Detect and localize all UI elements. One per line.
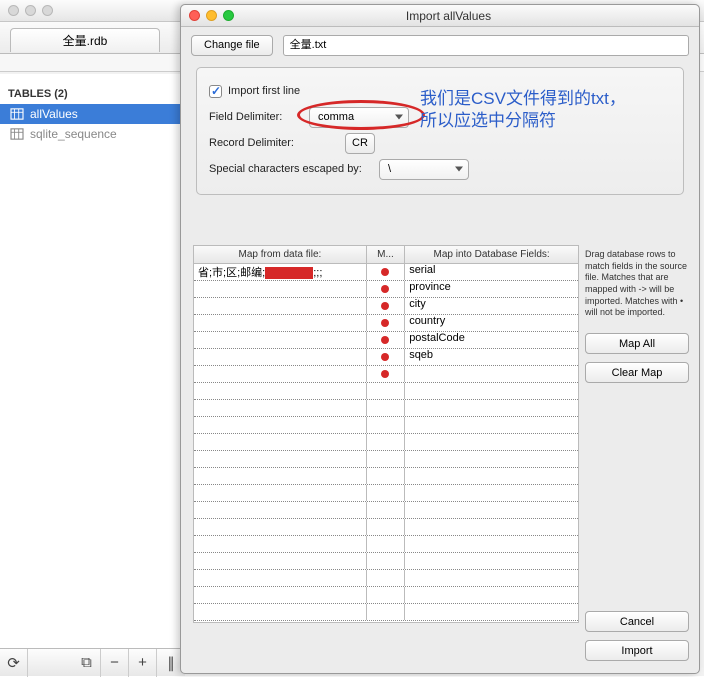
map-row-empty: [194, 434, 578, 451]
db-field-cell: city: [405, 298, 578, 314]
bg-footer: ⟳ ⧉ − + ∥: [0, 648, 185, 676]
field-delimiter-select[interactable]: comma: [309, 107, 409, 128]
map-row-empty: [194, 570, 578, 587]
import-first-line-label: Import first line: [228, 85, 300, 97]
dot-icon: [381, 285, 389, 293]
map-header-mid: M...: [367, 246, 405, 263]
close-icon[interactable]: [189, 10, 200, 21]
help-text: Drag database rows to match fields in th…: [585, 245, 689, 325]
map-row-empty: [194, 468, 578, 485]
zoom-icon[interactable]: [223, 10, 234, 21]
redacted-icon: [265, 267, 313, 279]
dot-icon: [381, 353, 389, 361]
zoom-icon[interactable]: [42, 5, 53, 16]
table-row-sqlite-sequence[interactable]: sqlite_sequence: [0, 124, 184, 144]
map-row-empty: [194, 400, 578, 417]
db-field-cell: sqeb: [405, 349, 578, 365]
dot-icon: [381, 370, 389, 378]
table-label: allValues: [30, 107, 78, 121]
minimize-icon[interactable]: [25, 5, 36, 16]
map-row-empty: [194, 519, 578, 536]
table-row-allvalues[interactable]: allValues: [0, 104, 184, 124]
map-row-empty: [194, 485, 578, 502]
mapping-table: Map from data file: M... Map into Databa…: [193, 245, 579, 623]
map-row-empty: [194, 536, 578, 553]
map-row-empty: [194, 383, 578, 400]
add-button[interactable]: +: [129, 649, 157, 677]
import-button[interactable]: Import: [585, 640, 689, 661]
source-cell: 省;市;区;邮编;;;;: [194, 264, 367, 280]
escape-label: Special characters escaped by:: [209, 163, 379, 175]
remove-button[interactable]: −: [101, 649, 129, 677]
db-field-cell: country: [405, 315, 578, 331]
modal-titlebar: Import allValues: [181, 5, 699, 27]
record-delimiter-select[interactable]: CR: [345, 133, 375, 154]
map-row[interactable]: sqeb: [194, 349, 578, 366]
tables-sidebar: TABLES (2) allValues sqlite_sequence: [0, 74, 185, 648]
table-label: sqlite_sequence: [30, 127, 117, 141]
map-row[interactable]: country: [194, 315, 578, 332]
bg-traffic-lights: [0, 5, 53, 16]
map-row-empty: [194, 604, 578, 621]
record-delimiter-label: Record Delimiter:: [209, 137, 309, 149]
map-header-left: Map from data file:: [194, 246, 367, 263]
table-icon: [10, 128, 24, 140]
cancel-button[interactable]: Cancel: [585, 611, 689, 632]
map-row[interactable]: city: [194, 298, 578, 315]
db-field-cell: serial: [405, 264, 578, 280]
map-row-empty: [194, 502, 578, 519]
map-row-empty: [194, 417, 578, 434]
map-row[interactable]: postalCode: [194, 332, 578, 349]
file-name-field[interactable]: 全量.txt: [283, 35, 689, 56]
map-row-empty: [194, 587, 578, 604]
map-row[interactable]: 省;市;区;邮编;;;; serial: [194, 264, 578, 281]
dot-icon: [381, 268, 389, 276]
change-file-button[interactable]: Change file: [191, 35, 273, 56]
map-row-empty: [194, 553, 578, 570]
map-row-empty: [194, 451, 578, 468]
close-icon[interactable]: [8, 5, 19, 16]
add-dup-button[interactable]: ⧉: [73, 649, 101, 677]
field-delimiter-label: Field Delimiter:: [209, 111, 309, 123]
db-field-cell: postalCode: [405, 332, 578, 348]
map-header-right: Map into Database Fields:: [405, 246, 578, 263]
db-field-cell: province: [405, 281, 578, 297]
bg-tab[interactable]: 全量.rdb: [10, 28, 160, 52]
refresh-button[interactable]: ⟳: [0, 649, 28, 677]
map-all-button[interactable]: Map All: [585, 333, 689, 354]
tables-header: TABLES (2): [0, 74, 184, 104]
map-row[interactable]: province: [194, 281, 578, 298]
minimize-icon[interactable]: [206, 10, 217, 21]
escape-select[interactable]: \: [379, 159, 469, 180]
clear-map-button[interactable]: Clear Map: [585, 362, 689, 383]
dot-icon: [381, 319, 389, 327]
map-row[interactable]: [194, 366, 578, 383]
dot-icon: [381, 336, 389, 344]
modal-title: Import allValues: [234, 9, 699, 23]
dot-icon: [381, 302, 389, 310]
import-first-line-checkbox[interactable]: [209, 85, 222, 98]
table-icon: [10, 108, 24, 120]
annotation-text: 我们是CSV文件得到的txt， 所以应选中分隔符: [420, 88, 700, 132]
